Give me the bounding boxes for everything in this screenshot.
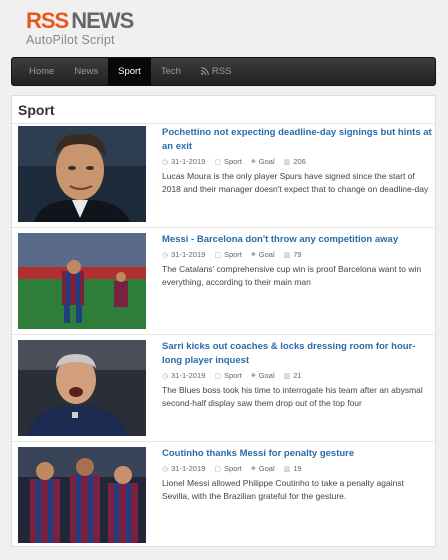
article-thumbnail[interactable] (18, 233, 146, 329)
article-item: Messi - Barcelona don't throw any compet… (12, 227, 435, 332)
article-item: Pochettino not expecting deadline-day si… (12, 120, 435, 225)
logo-rss-text: RSS (26, 8, 69, 33)
clock-icon: ◷ (162, 158, 169, 166)
bar-chart-icon: ▥ (283, 465, 291, 473)
nav-item-label: Tech (160, 66, 181, 77)
nav-item-home[interactable]: Home (19, 58, 64, 85)
article-meta: ◷ 31-1-2019 ▢ Sport ⬥ Goal ▥ 79 (162, 250, 432, 259)
bar-chart-icon: ▥ (283, 251, 291, 259)
article-meta: ◷ 31-1-2019 ▢ Sport ⬥ Goal ▥ 206 (162, 157, 432, 166)
tag-icon: ⬥ (250, 250, 256, 258)
article-views: 19 (293, 464, 302, 473)
folder-icon: ▢ (214, 158, 221, 166)
article-item: Coutinho thanks Messi for penalty gestur… (12, 441, 435, 546)
article-tag[interactable]: Goal (259, 157, 275, 166)
article-category[interactable]: Sport (224, 250, 242, 259)
article-category[interactable]: Sport (224, 371, 242, 380)
clock-icon: ◷ (162, 465, 169, 473)
article-tag[interactable]: Goal (259, 250, 275, 259)
article-date: 31-1-2019 (171, 157, 206, 166)
sport-panel: Sport Pochettino not expecting deadline-… (11, 95, 436, 547)
article-divider (12, 227, 435, 228)
tag-icon: ⬥ (250, 157, 256, 165)
article-title-link[interactable]: Coutinho thanks Messi for penalty gestur… (162, 447, 432, 461)
main-navbar: Home News Sport Tech RSS (11, 57, 436, 86)
folder-icon: ▢ (214, 251, 221, 259)
article-category[interactable]: Sport (224, 464, 242, 473)
article-thumbnail[interactable] (18, 126, 146, 222)
article-views: 21 (293, 371, 302, 380)
logo-subtitle: AutoPilot Script (26, 33, 115, 47)
clock-icon: ◷ (162, 372, 169, 380)
article-views: 206 (293, 157, 306, 166)
article-date: 31-1-2019 (171, 464, 206, 473)
nav-item-sport[interactable]: Sport (108, 58, 151, 85)
article-excerpt: Lucas Moura is the only player Spurs hav… (162, 171, 429, 194)
site-logo[interactable]: RSS NEWS AutoPilot Script (26, 10, 146, 50)
tag-icon: ⬥ (250, 464, 256, 472)
article-title-link[interactable]: Sarri kicks out coaches & locks dressing… (162, 340, 432, 368)
clock-icon: ◷ (162, 251, 169, 259)
nav-item-tech[interactable]: Tech (151, 58, 191, 85)
article-meta: ◷ 31-1-2019 ▢ Sport ⬥ Goal ▥ 21 (162, 371, 432, 380)
article-date: 31-1-2019 (171, 250, 206, 259)
article-thumbnail[interactable] (18, 447, 146, 543)
folder-icon: ▢ (214, 465, 221, 473)
nav-item-label: News (74, 66, 99, 77)
article-category[interactable]: Sport (224, 157, 242, 166)
article-excerpt: Lionel Messi allowed Philippe Coutinho t… (162, 478, 404, 501)
article-date: 31-1-2019 (171, 371, 206, 380)
nav-item-label: Sport (118, 66, 141, 77)
article-thumbnail[interactable] (18, 340, 146, 436)
article-tag[interactable]: Goal (259, 464, 275, 473)
article-title-link[interactable]: Messi - Barcelona don't throw any compet… (162, 233, 432, 247)
tag-icon: ⬥ (250, 371, 256, 379)
article-title-link[interactable]: Pochettino not expecting deadline-day si… (162, 126, 432, 154)
nav-item-news[interactable]: News (64, 58, 108, 85)
bar-chart-icon: ▥ (283, 158, 291, 166)
article-divider (12, 441, 435, 442)
article-body: Sarri kicks out coaches & locks dressing… (162, 340, 432, 409)
folder-icon: ▢ (214, 372, 221, 380)
article-excerpt: The Blues boss took his time to interrog… (162, 385, 423, 408)
article-body: Coutinho thanks Messi for penalty gestur… (162, 447, 432, 502)
article-body: Pochettino not expecting deadline-day si… (162, 126, 432, 195)
nav-item-label: Home (29, 66, 55, 77)
nav-item-rss[interactable]: RSS (191, 58, 242, 85)
article-excerpt: The Catalans' comprehensive cup win is p… (162, 264, 422, 287)
article-divider (12, 334, 435, 335)
article-views: 79 (293, 250, 302, 259)
nav-item-label: RSS (211, 66, 232, 77)
article-item: Sarri kicks out coaches & locks dressing… (12, 334, 435, 439)
bar-chart-icon: ▥ (283, 372, 291, 380)
article-tag[interactable]: Goal (259, 371, 275, 380)
article-meta: ◷ 31-1-2019 ▢ Sport ⬥ Goal ▥ 19 (162, 464, 432, 473)
section-title: Sport (18, 102, 55, 118)
logo-news-text: NEWS (71, 8, 134, 33)
article-body: Messi - Barcelona don't throw any compet… (162, 233, 432, 288)
rss-icon (201, 66, 209, 77)
